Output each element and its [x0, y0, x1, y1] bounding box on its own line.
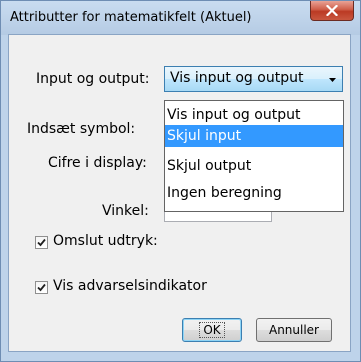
dropdown-option-show-input-output[interactable]: Vis input og output	[165, 104, 343, 126]
checkmark-icon	[37, 283, 46, 292]
dropdown-option-hide-output[interactable]: Skjul output	[165, 155, 343, 177]
close-x-icon	[326, 5, 338, 16]
input-output-dropdown-list: Vis input og output Skjul input Skjul ou…	[164, 100, 344, 212]
input-output-select-value: Vis input og output	[170, 70, 304, 86]
wrap-expression-checkbox[interactable]	[35, 236, 48, 249]
title-bar[interactable]: Attributter for matematikfelt (Aktuel)	[1, 1, 360, 35]
dialog-title: Attributter for matematikfelt (Aktuel)	[10, 10, 252, 25]
chevron-down-icon	[329, 78, 336, 82]
warning-indicator-label[interactable]: Vis advarselsindikator	[53, 278, 207, 294]
ok-button[interactable]: OK	[182, 318, 242, 342]
cancel-button-label: Annuller	[268, 323, 319, 337]
checkmark-icon	[37, 238, 46, 247]
dropdown-option-no-calculation[interactable]: Ingen beregning	[165, 182, 343, 204]
input-output-select[interactable]: Vis input og output	[164, 66, 343, 92]
wrap-expression-label[interactable]: Omslut udtryk:	[53, 233, 158, 249]
input-output-label: Input og output:	[36, 71, 150, 87]
warning-indicator-checkbox[interactable]	[35, 281, 48, 294]
dropdown-option-hide-input[interactable]: Skjul input	[165, 125, 343, 147]
ok-button-label: OK	[199, 322, 225, 338]
insert-symbol-label: Indsæt symbol:	[27, 121, 136, 137]
digits-label: Cifre i display:	[48, 155, 147, 171]
cancel-button[interactable]: Annuller	[256, 318, 332, 342]
angle-label: Vinkel:	[102, 203, 149, 219]
close-button[interactable]	[310, 1, 354, 21]
